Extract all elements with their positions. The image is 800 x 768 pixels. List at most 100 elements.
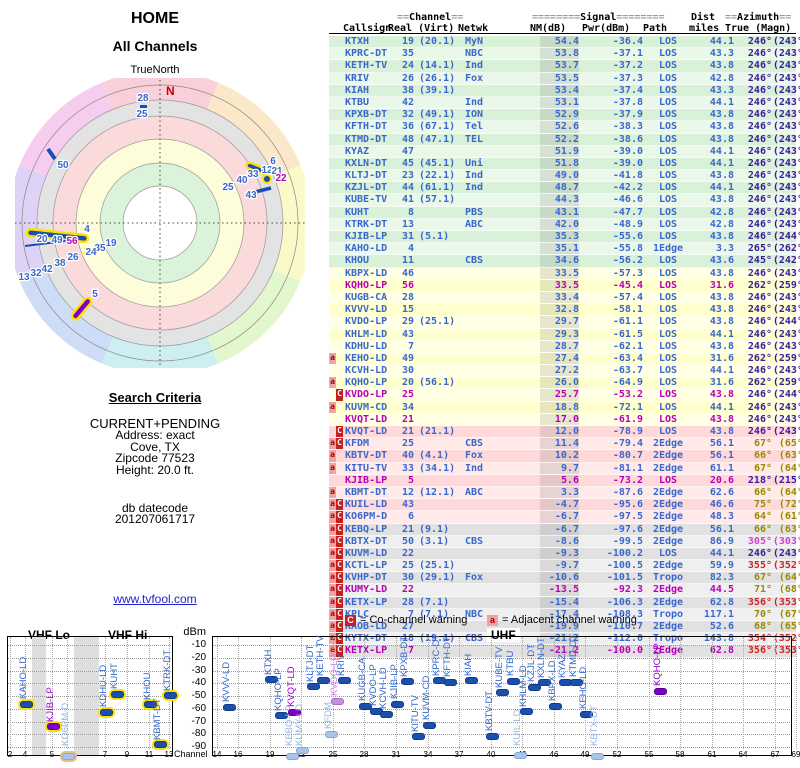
cell-ma: (243°) <box>772 36 800 47</box>
adjacent-warning-badge <box>329 121 336 132</box>
cell-di: 44.1 <box>709 157 734 169</box>
cell-vi: (25.1) <box>419 560 456 572</box>
adjacent-channel-legend: = Adjacent channel warning <box>502 614 637 626</box>
signal-marker-label: KBTV-DT <box>483 691 495 732</box>
y-tick-label: -40 <box>191 677 206 689</box>
cell-di: 46.6 <box>709 499 734 511</box>
cell-nm: 51.8 <box>501 157 579 170</box>
adjacent-warning-badge <box>329 292 336 303</box>
signal-marker-label: KBTX-DT <box>588 705 600 746</box>
cell-re: 44 <box>401 182 414 194</box>
adjacent-warning-badge <box>329 243 336 254</box>
cell-re: 21 <box>401 413 414 425</box>
cell-nm: 26.0 <box>501 377 579 389</box>
cell-ne <box>459 402 501 413</box>
cell-ma: (243°) <box>772 48 800 60</box>
cell-cs: KAHO-LD <box>345 243 388 255</box>
table-row: KXLN-DT 45 (45.1) Uni 51.8 -39.0 LOS 44.1 246°(2… <box>329 157 800 171</box>
adjacent-warning-badge <box>329 48 336 59</box>
cell-cs: KUGB-CA <box>345 291 388 303</box>
signal-marker-label: KUBE-TV <box>493 646 505 688</box>
cell-vi <box>414 219 459 230</box>
cell-re: 21 <box>401 426 414 437</box>
cell-pa: LOS <box>658 36 678 47</box>
cell-pa: LOS <box>658 206 678 218</box>
cell-pa: LOS <box>658 547 678 559</box>
cell-pw: -41.8 <box>612 170 643 182</box>
cell-pw: -55.8 <box>612 243 643 255</box>
cell-vi: (39.1) <box>419 84 456 96</box>
cell-pa: LOS <box>658 170 678 182</box>
cell-cs: KEHO-LD <box>345 352 388 364</box>
cell-ma: (243°) <box>772 267 800 279</box>
cell-nm: 29.3 <box>501 328 579 340</box>
cell-pa: LOS <box>658 231 678 242</box>
cell-cs: KBTV-DT <box>345 450 388 462</box>
db-datecode-value: 201207061717 <box>114 512 196 527</box>
cell-pa: LOS <box>658 121 678 133</box>
signal-marker <box>337 677 351 685</box>
signal-marker-label: KFTH-DT <box>441 636 453 678</box>
cell-pa: LOS <box>658 60 678 72</box>
cell-nm: -4.7 <box>501 499 579 511</box>
cell-ne <box>459 475 501 486</box>
search-height: Height: 20.0 ft. <box>115 462 195 477</box>
cell-ne <box>459 353 501 364</box>
adjacent-warning-badge <box>329 134 336 145</box>
cell-tr: 67° <box>753 462 772 474</box>
cell-pa: LOS <box>658 145 678 157</box>
co-channel-warning-badge: C <box>336 621 343 633</box>
cell-ne: TEL <box>465 133 484 145</box>
cell-ne <box>459 85 501 96</box>
adjacent-warning-badge <box>329 389 336 400</box>
co-channel-warning-badge <box>336 109 343 120</box>
adjacent-warning-badge <box>329 280 336 291</box>
cell-tr: 246° <box>747 389 772 401</box>
adjacent-warning-badge <box>329 109 336 120</box>
cell-di: 43.8 <box>709 109 734 121</box>
cell-di: 44.1 <box>709 328 734 340</box>
cell-di: 43.8 <box>709 121 734 133</box>
cell-vi: (61.1) <box>419 182 456 194</box>
signal-marker <box>379 710 393 718</box>
adjacent-warning-badge: a <box>329 608 336 620</box>
cell-cs: KVQT-LD <box>345 426 388 437</box>
cell-vi <box>414 329 459 340</box>
co-channel-warning-badge <box>336 487 343 498</box>
cell-cs: KBPX-LD <box>345 267 388 279</box>
cell-di: 56.1 <box>709 438 734 450</box>
cell-vi: (5.1) <box>419 231 450 242</box>
table-row: a C KCTL-LP 25 (25.1) -9.7 -100.5 2Edge 59.9 355°… <box>329 560 800 573</box>
cell-re: 22 <box>401 584 414 596</box>
cell-cs: KRIV <box>345 72 370 84</box>
cell-ma: (244°) <box>772 389 800 401</box>
adjacent-warning-badge <box>329 219 336 230</box>
adjacent-channel-warning-icon: a <box>487 615 498 626</box>
cell-re: 26 <box>401 72 414 84</box>
cell-ne: ABC <box>465 486 484 498</box>
co-channel-warning-badge <box>336 219 343 230</box>
signal-marker-label: KFDM <box>322 702 334 730</box>
cell-di: 20.6 <box>709 474 734 486</box>
signal-marker-label: KCVH-LD <box>377 667 389 710</box>
cell-tr: 246° <box>747 121 772 133</box>
cell-tr: 246° <box>747 96 772 108</box>
radar-channel-label: 25 <box>222 182 234 193</box>
table-row: KFTH-DT 36 (67.1) Tel 52.6 -38.3 LOS 43.8 246°(2… <box>329 121 800 134</box>
adjacent-warning-badge <box>329 97 336 108</box>
cell-nm: 9.7 <box>501 462 579 474</box>
cell-pw: -78.9 <box>612 426 643 437</box>
cell-vi <box>414 292 459 303</box>
cell-ma: (243°) <box>772 218 800 230</box>
co-channel-warning-badge: C <box>336 535 343 547</box>
cell-pa: LOS <box>658 352 678 364</box>
cell-ne: ABC <box>465 218 484 230</box>
tvfool-link[interactable]: www.tvfool.com <box>20 592 290 606</box>
co-channel-warning-badge <box>336 329 343 340</box>
cell-ne <box>459 316 501 327</box>
header-signal: ========Signal======== <box>532 12 665 23</box>
cell-di: 43.8 <box>709 316 734 328</box>
radar-channel-label: 38 <box>54 258 66 269</box>
radar-channel-label: 49 <box>51 235 63 246</box>
cell-ne: Tel <box>465 121 484 133</box>
